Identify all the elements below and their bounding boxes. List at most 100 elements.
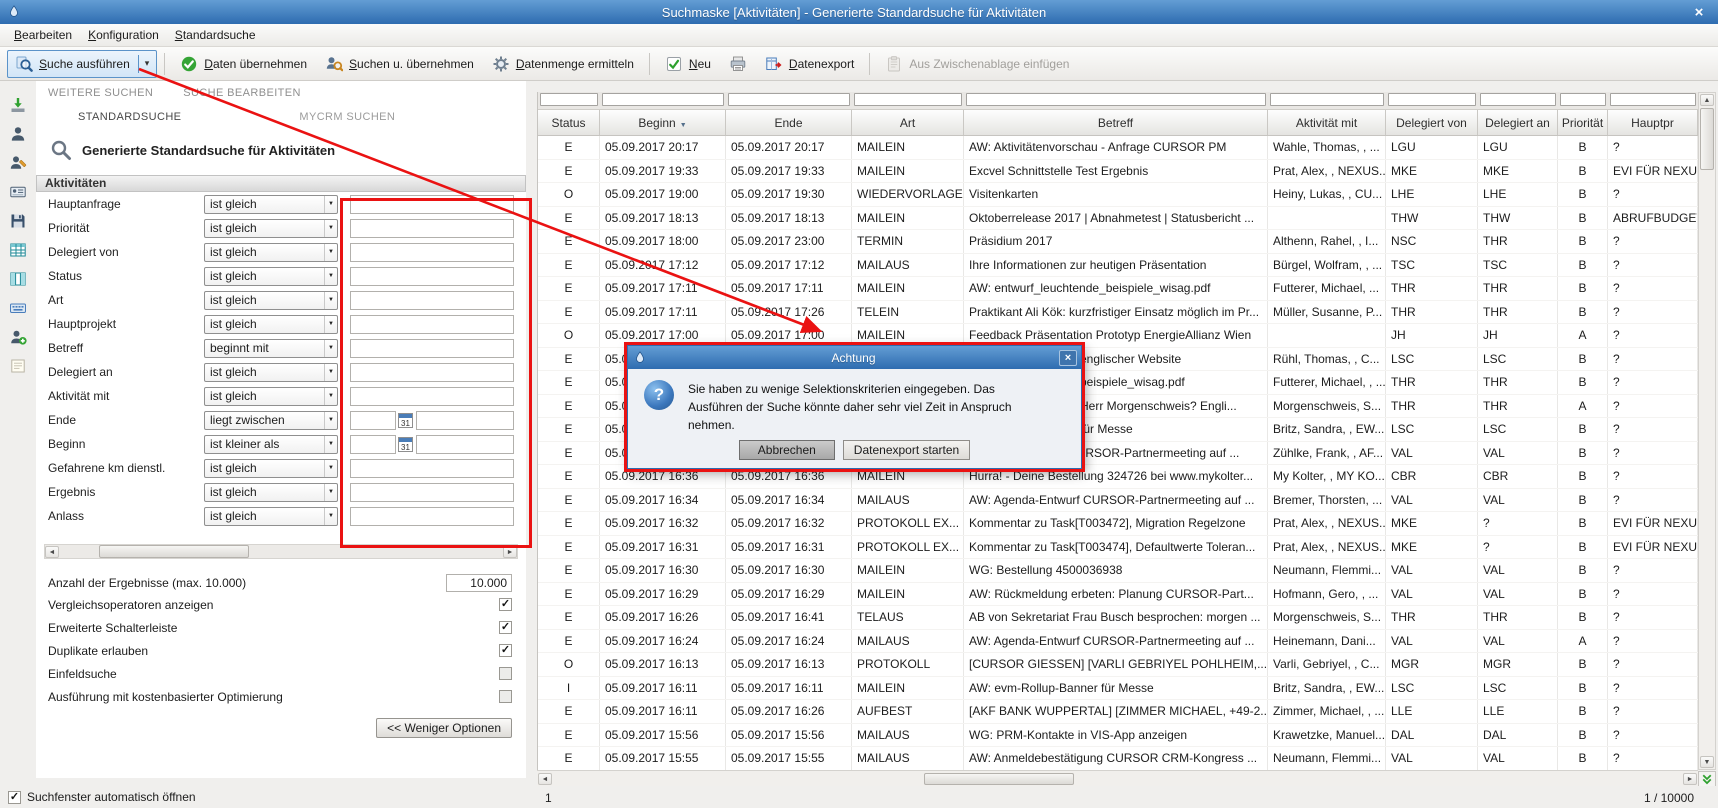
value-input[interactable] bbox=[350, 243, 514, 262]
load-more-button[interactable] bbox=[1698, 771, 1716, 787]
table-row[interactable]: E05.09.2017 16:3205.09.2017 16:32PROTOKO… bbox=[538, 512, 1698, 536]
filter-input[interactable] bbox=[854, 93, 962, 106]
contact-edit-button[interactable] bbox=[7, 153, 29, 173]
operator-select[interactable]: ist kleiner als bbox=[204, 435, 338, 454]
value-input[interactable] bbox=[350, 291, 514, 310]
scrollbar-track[interactable] bbox=[1700, 106, 1714, 756]
filter-input[interactable] bbox=[966, 93, 1266, 106]
scroll-right-arrow[interactable] bbox=[503, 546, 517, 558]
scrollbar-thumb[interactable] bbox=[924, 773, 1074, 785]
table-row[interactable]: E05.09.2017 18:1305.09.2017 18:13MAILEIN… bbox=[538, 207, 1698, 231]
menu-item[interactable]: Bearbeiten bbox=[6, 26, 80, 44]
option-checkbox[interactable] bbox=[499, 598, 512, 611]
value-input[interactable] bbox=[350, 219, 514, 238]
value-input[interactable] bbox=[350, 387, 514, 406]
column-header[interactable]: Beginn bbox=[600, 110, 726, 135]
table-row[interactable]: E05.09.2017 16:3105.09.2017 16:31PROTOKO… bbox=[538, 536, 1698, 560]
filter-input[interactable] bbox=[1480, 93, 1556, 106]
value-input[interactable] bbox=[350, 483, 514, 502]
less-options-button[interactable]: << Weniger Optionen bbox=[376, 718, 512, 738]
table-row[interactable]: E05.09.2017 15:5505.09.2017 15:55MAILAUS… bbox=[538, 747, 1698, 770]
contact-button[interactable] bbox=[7, 124, 29, 144]
dialog-close-button[interactable]: × bbox=[1059, 350, 1077, 366]
operator-select[interactable]: ist gleich bbox=[204, 195, 338, 214]
data-export-button[interactable]: Datenexport bbox=[757, 50, 862, 78]
value-input[interactable] bbox=[416, 435, 514, 454]
column-header[interactable]: Ende bbox=[726, 110, 852, 135]
scroll-left-arrow[interactable] bbox=[538, 773, 552, 785]
scrollbar-track[interactable] bbox=[552, 773, 1683, 785]
menu-item[interactable]: Konfiguration bbox=[80, 26, 167, 44]
value-input[interactable] bbox=[350, 411, 396, 430]
filter-input[interactable] bbox=[1560, 93, 1606, 106]
table-row[interactable]: E05.09.2017 19:3305.09.2017 19:33MAILEIN… bbox=[538, 160, 1698, 184]
contact-add-button[interactable] bbox=[7, 327, 29, 347]
value-input[interactable] bbox=[350, 267, 514, 286]
table-row[interactable]: E05.09.2017 16:2405.09.2017 16:24MAILAUS… bbox=[538, 630, 1698, 654]
scroll-down-arrow[interactable] bbox=[1700, 756, 1714, 768]
table-row[interactable]: E05.09.2017 16:1105.09.2017 16:26AUFBEST… bbox=[538, 700, 1698, 724]
table-horizontal-scrollbar[interactable] bbox=[537, 770, 1698, 786]
table-row[interactable]: E05.09.2017 16:3005.09.2017 16:30MAILEIN… bbox=[538, 559, 1698, 583]
table-view-button[interactable] bbox=[7, 240, 29, 260]
operator-select[interactable]: ist gleich bbox=[204, 363, 338, 382]
cancel-button[interactable]: Abbrechen bbox=[739, 440, 835, 460]
calendar-picker-button[interactable] bbox=[398, 437, 413, 452]
operator-select[interactable]: ist gleich bbox=[204, 507, 338, 526]
value-input[interactable] bbox=[350, 459, 514, 478]
table-row[interactable]: O05.09.2017 17:0005.09.2017 17:00MAILEIN… bbox=[538, 324, 1698, 348]
apply-data-button[interactable]: Daten übernehmen bbox=[172, 50, 315, 78]
column-header[interactable]: Art bbox=[852, 110, 964, 135]
scroll-right-arrow[interactable] bbox=[1683, 773, 1697, 785]
column-header[interactable]: Priorität bbox=[1558, 110, 1608, 135]
panel-horizontal-scrollbar[interactable] bbox=[44, 544, 518, 559]
business-card-button[interactable] bbox=[7, 182, 29, 202]
scrollbar-thumb[interactable] bbox=[1700, 108, 1714, 170]
value-input[interactable] bbox=[350, 363, 514, 382]
filter-input[interactable] bbox=[1610, 93, 1696, 106]
column-header[interactable]: Betreff bbox=[964, 110, 1268, 135]
value-input[interactable] bbox=[350, 315, 514, 334]
table-row[interactable]: E05.09.2017 17:1105.09.2017 17:26TELEINP… bbox=[538, 301, 1698, 325]
filter-input[interactable] bbox=[1388, 93, 1476, 106]
save-button[interactable] bbox=[7, 211, 29, 231]
auto-open-checkbox[interactable] bbox=[8, 791, 21, 804]
value-input[interactable] bbox=[350, 507, 514, 526]
table-vertical-scrollbar[interactable] bbox=[1698, 92, 1716, 770]
table-row[interactable]: E05.09.2017 16:3405.09.2017 16:34MAILAUS… bbox=[538, 489, 1698, 513]
search-run-button[interactable]: Suche ausführen bbox=[7, 50, 157, 78]
filter-input[interactable] bbox=[540, 93, 598, 106]
start-export-button[interactable]: Datenexport starten bbox=[843, 440, 970, 460]
print-button[interactable] bbox=[721, 50, 755, 78]
filter-input[interactable] bbox=[1270, 93, 1384, 106]
dropdown-caret-icon[interactable] bbox=[138, 55, 150, 73]
search-apply-button[interactable]: Suchen u. übernehmen bbox=[317, 50, 482, 78]
option-checkbox[interactable] bbox=[499, 644, 512, 657]
tab-weitere-suchen[interactable]: WEITERE SUCHEN bbox=[48, 87, 153, 99]
scrollbar-track[interactable] bbox=[59, 545, 503, 558]
results-limit-input[interactable]: 10.000 bbox=[446, 574, 512, 592]
value-input[interactable] bbox=[350, 339, 514, 358]
operator-select[interactable]: ist gleich bbox=[204, 315, 338, 334]
import-button[interactable] bbox=[7, 95, 29, 115]
table-row[interactable]: I05.09.2017 16:1105.09.2017 16:11MAILEIN… bbox=[538, 677, 1698, 701]
column-header[interactable]: Delegiert an bbox=[1478, 110, 1558, 135]
scroll-up-arrow[interactable] bbox=[1700, 94, 1714, 106]
option-checkbox[interactable] bbox=[499, 667, 512, 680]
table-row[interactable]: E05.09.2017 20:1705.09.2017 20:17MAILEIN… bbox=[538, 136, 1698, 160]
value-input[interactable] bbox=[416, 411, 514, 430]
table-row[interactable]: E05.09.2017 15:5605.09.2017 15:56MAILAUS… bbox=[538, 724, 1698, 748]
option-checkbox[interactable] bbox=[499, 621, 512, 634]
value-input[interactable] bbox=[350, 195, 514, 214]
scroll-left-arrow[interactable] bbox=[45, 546, 59, 558]
menu-item[interactable]: Standardsuche bbox=[167, 26, 264, 44]
filter-input[interactable] bbox=[728, 93, 850, 106]
column-header[interactable]: Aktivität mit bbox=[1268, 110, 1386, 135]
column-header[interactable]: Delegiert von bbox=[1386, 110, 1478, 135]
table-row[interactable]: E05.09.2017 17:1205.09.2017 17:12MAILAUS… bbox=[538, 254, 1698, 278]
close-button[interactable]: × bbox=[1684, 4, 1714, 21]
operator-select[interactable]: ist gleich bbox=[204, 267, 338, 286]
table-row[interactable]: E05.09.2017 18:0005.09.2017 23:00TERMINP… bbox=[538, 230, 1698, 254]
operator-select[interactable]: ist gleich bbox=[204, 459, 338, 478]
option-checkbox[interactable] bbox=[499, 690, 512, 703]
